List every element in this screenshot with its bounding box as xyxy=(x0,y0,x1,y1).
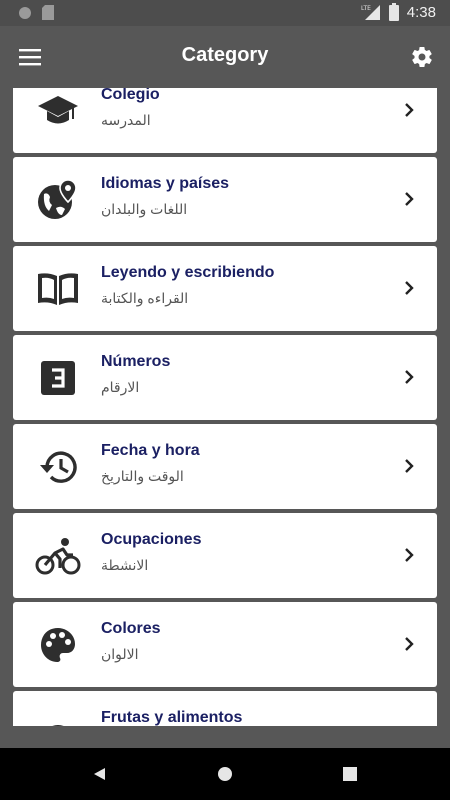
category-title: Colegio xyxy=(101,88,160,103)
history-icon xyxy=(35,444,81,490)
network-type-label: LTE xyxy=(361,5,371,12)
status-time: 4:38 xyxy=(406,3,436,21)
category-title: Fecha y hora xyxy=(101,442,200,459)
school-icon xyxy=(35,88,81,134)
category-item-fecha[interactable]: Fecha y hora الوقت والتاريخ xyxy=(13,424,437,509)
chevron-right-icon xyxy=(399,723,419,726)
status-bar: LTE 4:38 xyxy=(0,0,450,26)
book-icon xyxy=(35,266,81,312)
category-title: Leyendo y escribiendo xyxy=(101,264,275,281)
category-subtitle: الوقت والتاريخ xyxy=(101,468,184,484)
category-item-ocupaciones[interactable]: Ocupaciones الانشطة xyxy=(13,513,437,598)
umbrella-icon xyxy=(35,711,81,726)
signal-icon: LTE xyxy=(361,3,381,21)
palette-icon xyxy=(35,622,81,668)
number-three-icon xyxy=(35,355,81,401)
category-subtitle: اللغات والبلدان xyxy=(101,201,188,217)
navigation-bar xyxy=(0,748,450,800)
chevron-right-icon xyxy=(399,634,419,654)
category-subtitle: القراءه والكتابة xyxy=(101,290,189,306)
chevron-right-icon xyxy=(399,278,419,298)
back-button[interactable] xyxy=(80,758,120,790)
gear-icon xyxy=(410,45,434,69)
home-button[interactable] xyxy=(205,758,245,790)
settings-button[interactable] xyxy=(404,39,440,75)
category-list[interactable]: Colegio المدرسه Idiomas y países اللغات … xyxy=(0,88,450,726)
category-subtitle: المدرسه xyxy=(101,112,151,128)
chevron-right-icon xyxy=(399,189,419,209)
battery-icon xyxy=(388,3,399,21)
chevron-right-icon xyxy=(399,367,419,387)
back-triangle-icon xyxy=(93,767,107,781)
globe-icon xyxy=(35,177,81,223)
bike-icon xyxy=(35,533,81,579)
category-title: Colores xyxy=(101,620,161,637)
home-circle-icon xyxy=(217,766,233,782)
category-subtitle: الالوان xyxy=(101,646,139,662)
category-title: Frutas y alimentos xyxy=(101,709,243,726)
category-item-frutas[interactable]: Frutas y alimentos xyxy=(13,691,437,726)
category-item-colegio[interactable]: Colegio المدرسه xyxy=(13,88,437,153)
category-item-idiomas[interactable]: Idiomas y países اللغات والبلدان xyxy=(13,157,437,242)
app-bar: Category xyxy=(0,26,450,88)
notification-dot-icon xyxy=(18,6,32,20)
category-subtitle: الارقام xyxy=(101,379,140,395)
page-title: Category xyxy=(181,44,269,66)
category-subtitle: الانشطة xyxy=(101,557,149,573)
category-title: Números xyxy=(101,353,171,370)
category-item-leyendo[interactable]: Leyendo y escribiendo القراءه والكتابة xyxy=(13,246,437,331)
recents-square-icon xyxy=(343,767,357,781)
chevron-right-icon xyxy=(399,456,419,476)
category-item-numeros[interactable]: Números الارقام xyxy=(13,335,437,420)
recents-button[interactable] xyxy=(330,758,370,790)
category-item-colores[interactable]: Colores الالوان xyxy=(13,602,437,687)
chevron-right-icon xyxy=(399,100,419,120)
chevron-right-icon xyxy=(399,545,419,565)
category-title: Ocupaciones xyxy=(101,531,202,548)
category-title: Idiomas y países xyxy=(101,175,230,192)
sd-card-icon xyxy=(42,5,54,20)
